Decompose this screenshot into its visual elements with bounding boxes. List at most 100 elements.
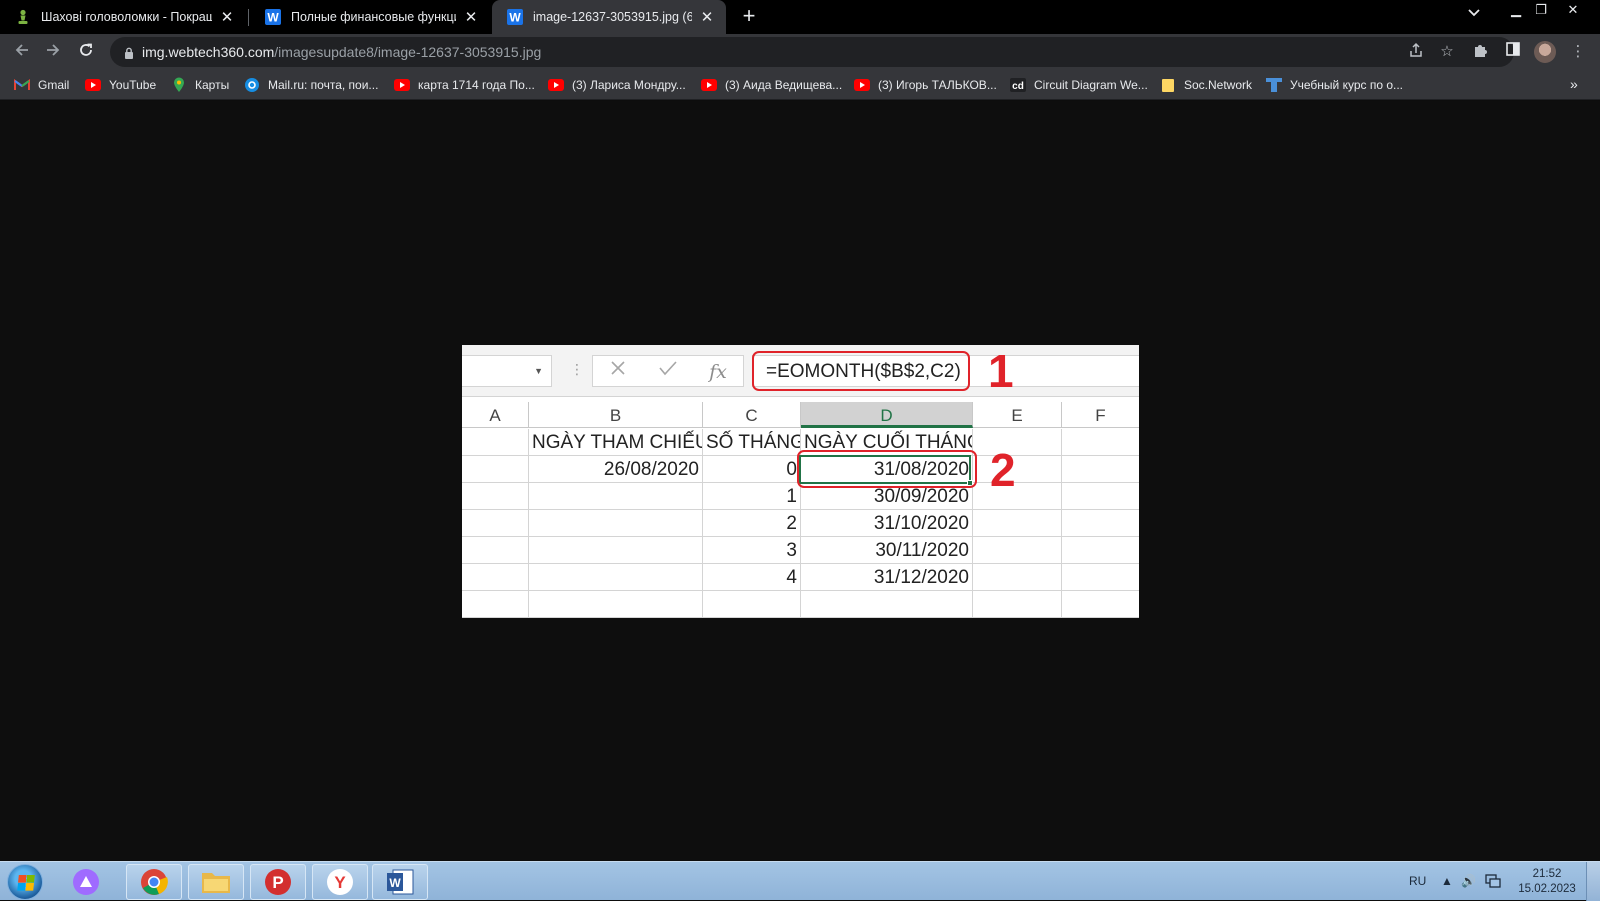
- tab-title: Полные финансовые функции в: [291, 10, 456, 24]
- tab-image-active[interactable]: W image-12637-3053915.jpg (680× ✕: [492, 0, 726, 34]
- close-icon[interactable]: ✕: [698, 8, 716, 26]
- parallels-p-icon[interactable]: P: [250, 864, 306, 900]
- bookmark-gmail[interactable]: Gmail: [14, 76, 69, 94]
- bookmark-label: (3) Аида Ведищева...: [725, 78, 843, 92]
- cell: [462, 510, 529, 537]
- restore-icon[interactable]: ❐: [1524, 0, 1558, 22]
- tab-divider: [248, 9, 249, 26]
- bookmark-soc-network[interactable]: Soc.Network: [1160, 76, 1252, 94]
- formula-highlight-box: =EOMONTH($B$2,C2): [752, 351, 970, 391]
- cell: 31/10/2020: [801, 510, 973, 537]
- svg-text:W: W: [389, 876, 401, 890]
- close-icon[interactable]: ✕: [218, 8, 236, 26]
- excel-screenshot-image[interactable]: ▼ ⋮ fx =EOMONTH($B$2,C2) 1 A B C D E F N…: [462, 345, 1139, 618]
- cell: 3: [703, 537, 801, 564]
- youtube-icon: [701, 78, 717, 92]
- svg-text:P: P: [272, 873, 283, 892]
- cell: [462, 591, 529, 618]
- dropdown-arrow-icon: ▼: [534, 366, 543, 376]
- tab-search-icon[interactable]: [1468, 6, 1480, 20]
- bookmark-map-1714[interactable]: карта 1714 года По...: [394, 76, 535, 94]
- menu-kebab-icon[interactable]: ⋮: [1568, 42, 1588, 62]
- show-desktop-button[interactable]: [1586, 862, 1600, 901]
- cell: [462, 537, 529, 564]
- yandex-browser-icon[interactable]: Y: [312, 864, 368, 900]
- word-icon[interactable]: W: [372, 864, 428, 900]
- formula-buttons: fx: [592, 355, 744, 387]
- name-box: ▼: [462, 355, 552, 387]
- table-row: 3 30/11/2020: [462, 537, 1139, 564]
- new-tab-button[interactable]: +: [736, 4, 762, 30]
- bookmarks-overflow-button[interactable]: »: [1570, 76, 1578, 92]
- cell: [1062, 510, 1139, 537]
- cell: [462, 564, 529, 591]
- cell-highlight-box: [797, 450, 977, 488]
- reload-icon[interactable]: [73, 39, 99, 65]
- cell: [462, 483, 529, 510]
- header-cell: SỐ THÁNG: [703, 429, 801, 456]
- language-indicator[interactable]: RU: [1409, 874, 1426, 888]
- svg-text:W: W: [509, 11, 521, 25]
- bookmark-mailru[interactable]: Mail.ru: почта, пои...: [244, 76, 378, 94]
- svg-text:Y: Y: [334, 873, 346, 892]
- bookmark-circuit-diagram[interactable]: cd Circuit Diagram We...: [1010, 76, 1148, 94]
- tab-finance[interactable]: W Полные финансовые функции в ✕: [250, 0, 490, 34]
- callout-number-1: 1: [988, 345, 1014, 397]
- cell: [801, 591, 973, 618]
- cell: [1062, 537, 1139, 564]
- image-viewport: ▼ ⋮ fx =EOMONTH($B$2,C2) 1 A B C D E F N…: [0, 101, 1600, 861]
- folder-icon: [1160, 78, 1176, 92]
- column-headers: A B C D E F: [462, 402, 1139, 428]
- column-header-c: C: [703, 402, 801, 428]
- course-icon: [1266, 78, 1282, 92]
- bookmark-larisa[interactable]: (3) Лариса Мондру...: [548, 76, 686, 94]
- file-explorer-icon[interactable]: [188, 864, 244, 900]
- windows-start-icon[interactable]: [7, 864, 43, 900]
- cell: [1062, 456, 1139, 483]
- bookmark-talkov[interactable]: (3) Игорь ТАЛЬКОВ...: [854, 76, 997, 94]
- bookmarks-bar: Gmail YouTube Карты Mail.ru: почта, пои.…: [0, 70, 1600, 100]
- profile-avatar[interactable]: [1534, 41, 1556, 63]
- forward-arrow-icon[interactable]: [40, 39, 66, 65]
- tab-chess[interactable]: Шахові головоломки - Покращ ✕: [0, 0, 246, 34]
- clock-date: 15.02.2023: [1518, 883, 1576, 895]
- share-icon[interactable]: [1406, 42, 1426, 62]
- alice-icon[interactable]: [58, 864, 114, 900]
- callout-number-2: 2: [990, 444, 1016, 496]
- close-icon[interactable]: ✕: [462, 8, 480, 26]
- close-window-icon[interactable]: ✕: [1556, 0, 1590, 22]
- system-clock[interactable]: 21:52 15.02.2023: [1510, 867, 1584, 897]
- cell: 30/11/2020: [801, 537, 973, 564]
- enter-check-icon: [653, 360, 683, 384]
- tray-expand-icon[interactable]: ▲: [1441, 874, 1453, 888]
- youtube-icon: [854, 78, 870, 92]
- mailru-icon: [244, 78, 260, 92]
- address-bar[interactable]: img.webtech360.com/imagesupdate8/image-1…: [110, 37, 1514, 67]
- network-icon[interactable]: [1485, 874, 1501, 891]
- browser-toolbar: img.webtech360.com/imagesupdate8/image-1…: [0, 34, 1600, 70]
- chrome-icon[interactable]: [126, 864, 182, 900]
- cell: [973, 537, 1062, 564]
- bookmark-label: Учебный курс по о...: [1290, 78, 1404, 92]
- cell: [529, 510, 703, 537]
- bookmark-course[interactable]: Учебный курс по о...: [1266, 76, 1403, 94]
- bookmark-maps[interactable]: Карты: [171, 76, 229, 94]
- fx-icon: fx: [709, 361, 727, 383]
- bookmark-label: YouTube: [109, 78, 157, 92]
- bookmark-aida[interactable]: (3) Аида Ведищева...: [701, 76, 842, 94]
- cell: 4: [703, 564, 801, 591]
- url-path: /imagesupdate8/image-12637-3053915.jpg: [274, 44, 542, 60]
- extensions-puzzle-icon[interactable]: [1471, 42, 1491, 62]
- cell: [973, 564, 1062, 591]
- bookmark-star-icon[interactable]: ☆: [1437, 42, 1457, 62]
- side-panel-icon[interactable]: [1503, 42, 1523, 62]
- cell: [973, 456, 1062, 483]
- webtech-w-icon: W: [506, 8, 524, 26]
- cell: [1062, 591, 1139, 618]
- lock-icon[interactable]: [124, 46, 134, 64]
- back-arrow-icon[interactable]: [9, 39, 35, 65]
- bookmark-youtube[interactable]: YouTube: [85, 76, 156, 94]
- cell: [462, 456, 529, 483]
- volume-icon[interactable]: 🔊: [1461, 874, 1476, 888]
- youtube-icon: [85, 78, 101, 92]
